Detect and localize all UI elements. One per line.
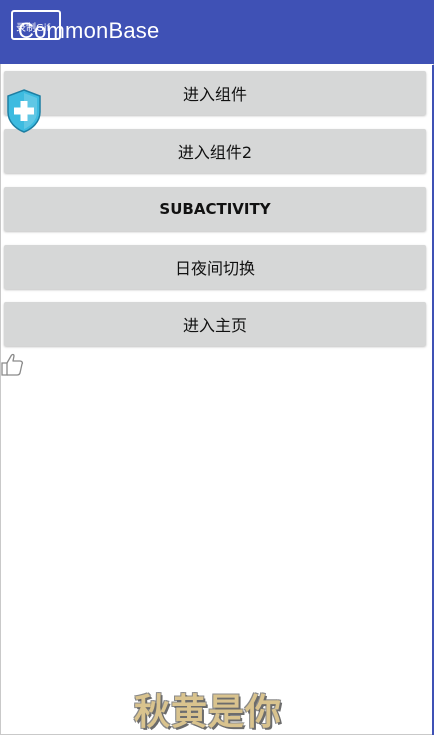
- shield-plus-icon[interactable]: [5, 88, 43, 134]
- signature-watermark: 秋黄是你: [134, 691, 283, 733]
- app-bar: CommonBase 录制Gif: [0, 0, 434, 64]
- record-gif-label: 录制Gif: [16, 23, 51, 34]
- enter-home-button[interactable]: 进入主页: [4, 302, 426, 346]
- day-night-toggle-button[interactable]: 日夜间切换: [4, 245, 426, 289]
- enter-component2-button[interactable]: 进入组件2: [4, 129, 426, 173]
- enter-component-button[interactable]: 进入组件: [4, 71, 426, 115]
- thumbs-up-icon[interactable]: [0, 351, 24, 377]
- subactivity-button[interactable]: SUBACTIVITY: [4, 187, 426, 231]
- record-gif-button[interactable]: 录制Gif: [11, 10, 61, 40]
